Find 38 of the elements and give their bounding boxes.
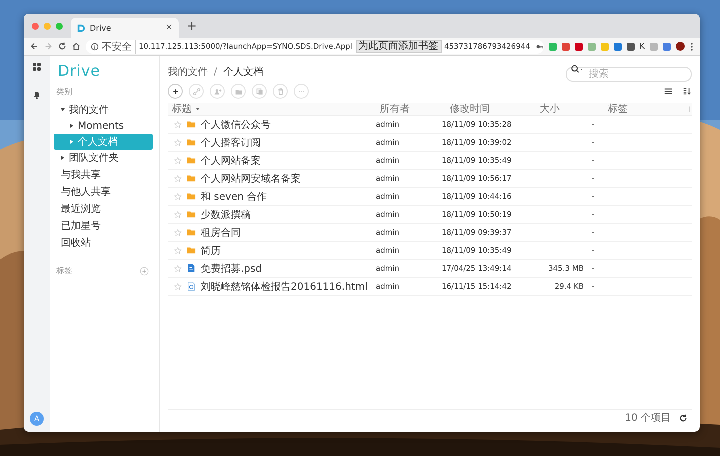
close-tab-button[interactable]: × — [165, 23, 173, 33]
file-name: 少数派撰稿 — [201, 208, 251, 222]
file-name: 简历 — [201, 244, 221, 258]
column-header[interactable]: 标题 — [168, 102, 376, 116]
file-name: 个人微信公众号 — [201, 118, 271, 132]
drive-logo: Drive — [57, 61, 102, 82]
file-name: 个人网站网安域名备案 — [201, 172, 301, 186]
file-name: 租房合同 — [201, 226, 241, 240]
tree-item[interactable]: 团队文件夹 — [54, 150, 153, 166]
tree-item[interactable]: Moments — [54, 118, 153, 134]
breadcrumb-separator: / — [214, 66, 218, 78]
bookmark-tooltip: 为此页面添加书签 — [356, 40, 442, 53]
search-field[interactable]: 搜索 — [566, 67, 692, 82]
extension-icon[interactable]: K — [640, 42, 645, 51]
section-label: 类别 — [55, 87, 74, 99]
file-name: 个人网站备案 — [201, 154, 261, 168]
security-label: 不安全 — [102, 40, 136, 54]
column-header[interactable]: 大小 — [536, 102, 604, 116]
breadcrumb-current: 个人文档 — [223, 66, 264, 79]
file-name: 免费招募.psd — [201, 262, 262, 276]
new-tab-button[interactable]: + — [179, 19, 206, 33]
item-count: 10 个项目 — [625, 412, 671, 425]
nav-item[interactable]: 与他人共享 — [54, 183, 159, 200]
nav-item[interactable]: 与我共享 — [54, 166, 159, 183]
breadcrumb-link[interactable]: 我的文件 — [168, 65, 208, 79]
file-name: 个人播客订阅 — [201, 136, 261, 150]
column-header[interactable]: 标签 — [604, 102, 688, 116]
tree-item[interactable]: 我的文件 — [54, 102, 153, 118]
nav-item[interactable]: 最近浏览 — [54, 200, 159, 217]
section-label: 标签 — [55, 266, 72, 278]
browser-tab[interactable]: Drive × — [71, 18, 179, 38]
column-header[interactable]: 修改时间 — [446, 102, 536, 116]
column-header[interactable]: 所有者 — [376, 102, 446, 116]
tab-title: Drive — [90, 24, 112, 32]
file-name: 和 seven 合作 — [201, 190, 268, 204]
file-name: 刘晓峰慈铭体检报告20161116.html — [201, 280, 368, 294]
nav-item[interactable]: 回收站 — [54, 234, 159, 251]
nav-item[interactable]: 已加星号 — [54, 217, 159, 234]
